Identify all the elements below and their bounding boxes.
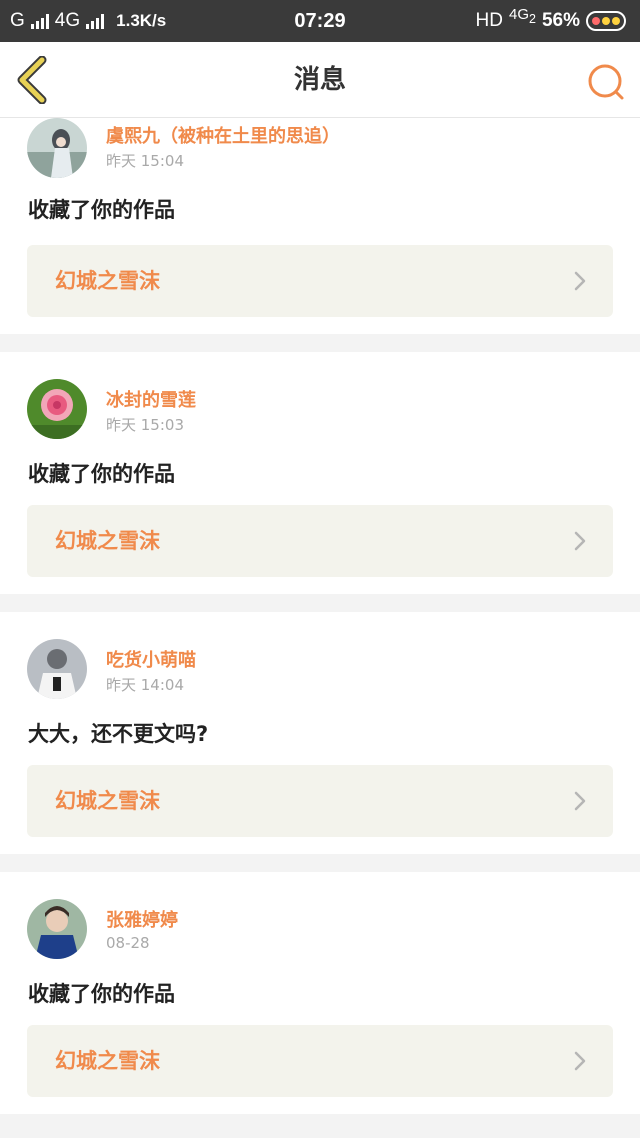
battery-icon	[586, 11, 626, 31]
page-title: 消息	[293, 65, 346, 95]
message-card: 虞熙九（被种在土里的思追） 昨天 15:04 收藏了你的作品 幻城之雪沫	[0, 118, 640, 334]
chevron-right-icon	[574, 531, 586, 551]
net-sub-label: 2	[529, 12, 536, 26]
message-card: 张雅婷婷 08-28 收藏了你的作品 幻城之雪沫	[0, 872, 640, 1114]
avatar[interactable]	[27, 118, 87, 178]
status-bar: G 4G 1.3K/s 07:29 HD 4G2 56%	[0, 0, 640, 42]
message-text: 大大，还不更文吗?	[28, 722, 209, 746]
chevron-right-icon	[574, 791, 586, 811]
message-text: 收藏了你的作品	[28, 198, 175, 222]
message-card: 冰封的雪莲 昨天 15:03 收藏了你的作品 幻城之雪沫	[0, 352, 640, 594]
avatar[interactable]	[27, 639, 87, 699]
nav-bar: 消息	[0, 42, 640, 118]
message-time: 昨天 15:03	[106, 416, 184, 434]
work-link[interactable]: 幻城之雪沫	[27, 1025, 613, 1097]
message-text: 收藏了你的作品	[28, 982, 175, 1006]
message-time: 昨天 15:04	[106, 152, 184, 170]
work-link[interactable]: 幻城之雪沫	[27, 505, 613, 577]
message-card: 吃货小萌喵 昨天 14:04 大大，还不更文吗? 幻城之雪沫	[0, 612, 640, 854]
message-time: 08-28	[106, 934, 150, 952]
search-icon	[588, 64, 624, 100]
message-text: 收藏了你的作品	[28, 462, 175, 486]
message-list[interactable]: 虞熙九（被种在土里的思追） 昨天 15:04 收藏了你的作品 幻城之雪沫 冰封的…	[0, 118, 640, 1138]
work-link[interactable]: 幻城之雪沫	[27, 765, 613, 837]
net-type-icon: 4G2	[509, 6, 536, 26]
work-title: 幻城之雪沫	[55, 529, 160, 553]
sender-name[interactable]: 虞熙九（被种在土里的思追）	[106, 122, 340, 148]
work-title: 幻城之雪沫	[55, 269, 160, 293]
message-time: 昨天 14:04	[106, 676, 184, 694]
status-right: HD 4G2 56%	[476, 0, 626, 42]
net-type-label: 4G	[509, 6, 530, 23]
avatar[interactable]	[27, 899, 87, 959]
sender-name[interactable]: 冰封的雪莲	[106, 386, 196, 412]
avatar[interactable]	[27, 379, 87, 439]
work-link[interactable]: 幻城之雪沫	[27, 245, 613, 317]
hd-label: HD	[475, 10, 503, 31]
chevron-right-icon	[574, 271, 586, 291]
work-title: 幻城之雪沫	[55, 1049, 160, 1073]
sender-name[interactable]: 吃货小萌喵	[106, 646, 196, 672]
work-title: 幻城之雪沫	[55, 789, 160, 813]
sender-name[interactable]: 张雅婷婷	[106, 906, 178, 932]
chevron-right-icon	[574, 1051, 586, 1071]
battery-percent: 56%	[541, 10, 580, 31]
search-button[interactable]	[586, 62, 626, 102]
